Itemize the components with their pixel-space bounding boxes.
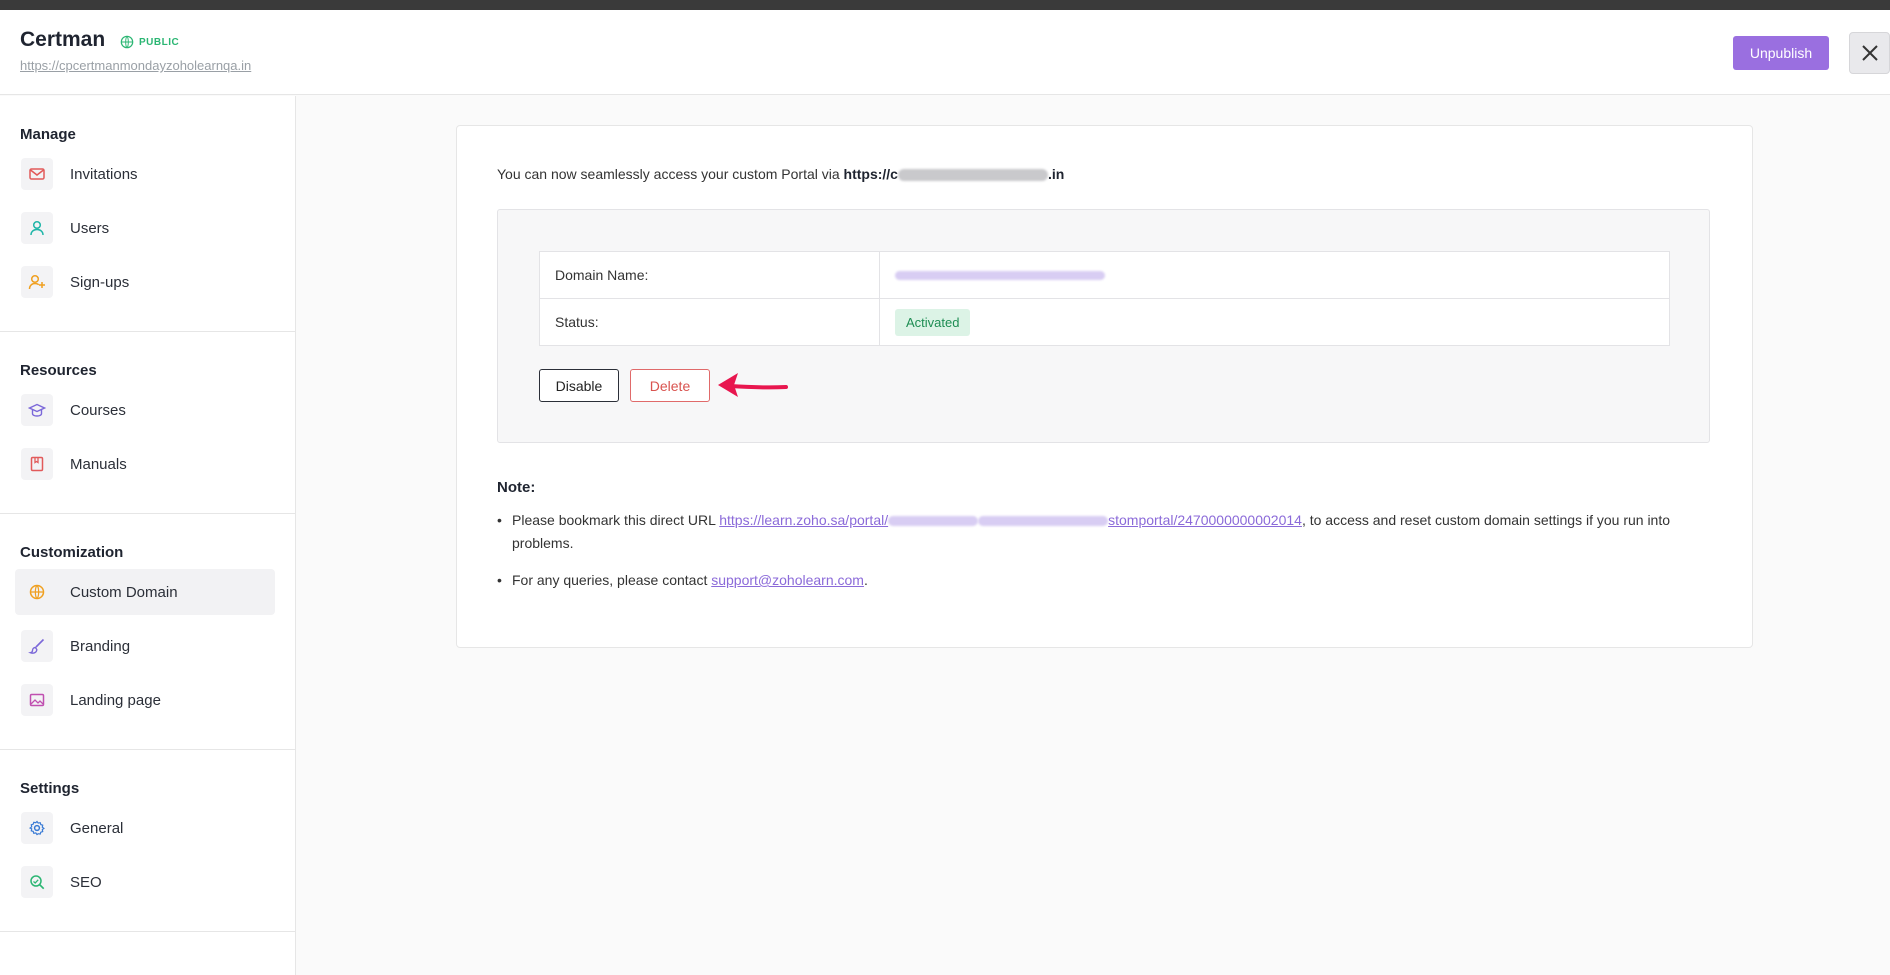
- status-badge: Activated: [895, 308, 971, 336]
- main-content: You can now seamlessly access your custo…: [296, 96, 1890, 975]
- domain-panel: Domain Name: Status: Activated Disable D…: [497, 209, 1710, 443]
- close-icon: [1861, 45, 1878, 61]
- user-icon: [21, 212, 53, 244]
- section-title: Resources: [20, 362, 97, 379]
- unpublish-button[interactable]: Unpublish: [1733, 36, 1829, 70]
- sidebar-item-landing-page[interactable]: Landing page: [15, 677, 275, 723]
- section-title: Settings: [20, 780, 80, 797]
- redacted-url: [897, 169, 1048, 182]
- note-text: For any queries, please contact: [512, 572, 712, 588]
- sidebar: Manage Invitations Users Sign-ups Resour…: [0, 96, 296, 975]
- redacted-domain: [895, 271, 1105, 280]
- custom-domain-card: You can now seamlessly access your custo…: [456, 125, 1753, 648]
- user-add-icon: [21, 266, 53, 298]
- sidebar-item-users[interactable]: Users: [15, 205, 275, 251]
- redacted-url: [888, 516, 979, 527]
- sidebar-item-label: Courses: [70, 401, 126, 419]
- portal-url-suffix: .in: [1047, 166, 1065, 182]
- sidebar-item-label: Manuals: [70, 455, 127, 473]
- header: Certman PUBLIC https://cpcertmanmondayzo…: [0, 10, 1890, 95]
- portal-url-prefix: https://c: [843, 166, 898, 182]
- sidebar-item-label: Users: [70, 219, 110, 237]
- book-icon: [21, 448, 53, 480]
- note-list: Please bookmark this direct URL https://…: [497, 509, 1707, 606]
- sidebar-item-courses[interactable]: Courses: [15, 387, 275, 433]
- domain-name-value: [879, 251, 1670, 299]
- sidebar-item-label: Invitations: [70, 165, 138, 183]
- sidebar-section-settings: Settings General SEO: [0, 750, 295, 932]
- annotation-arrow-icon: [718, 373, 788, 397]
- close-button[interactable]: [1849, 32, 1890, 74]
- sidebar-item-manuals[interactable]: Manuals: [15, 441, 275, 487]
- link-start: https://learn.zoho.sa/portal/: [719, 512, 889, 528]
- link-end: stomportal/2470000000002014: [1108, 512, 1302, 528]
- sidebar-item-sign-ups[interactable]: Sign-ups: [15, 259, 275, 305]
- section-title: Manage: [20, 126, 76, 143]
- table-row: Status: Activated: [539, 298, 1670, 346]
- table-row: Domain Name:: [539, 251, 1670, 299]
- portal-url-link[interactable]: https://cpcertmanmondayzoholearnqa.in: [20, 58, 251, 73]
- note-text: Please bookmark this direct URL: [512, 512, 720, 528]
- sidebar-item-label: Landing page: [70, 691, 161, 709]
- section-title: Customization: [20, 544, 124, 561]
- sidebar-item-branding[interactable]: Branding: [15, 623, 275, 669]
- seo-search-icon: [21, 866, 53, 898]
- globe-icon: [21, 576, 53, 608]
- sidebar-item-custom-domain[interactable]: Custom Domain: [15, 569, 275, 615]
- window-top-strip: [0, 0, 1890, 10]
- sidebar-item-seo[interactable]: SEO: [15, 859, 275, 905]
- mail-icon: [21, 158, 53, 190]
- note-title: Note:: [497, 479, 536, 496]
- intro-message: You can now seamlessly access your custo…: [497, 166, 844, 182]
- page-title: Certman: [20, 28, 106, 51]
- sidebar-section-resources: Resources Courses Manuals: [0, 332, 295, 514]
- sidebar-section-customization: Customization Custom Domain Branding Lan…: [0, 514, 295, 750]
- visibility-label: PUBLIC: [139, 36, 180, 48]
- domain-details-table: Domain Name: Status: Activated: [539, 251, 1670, 346]
- visibility-badge: PUBLIC: [120, 35, 179, 49]
- sidebar-item-label: Branding: [70, 637, 131, 655]
- redacted-url: [978, 516, 1109, 527]
- note-text: .: [863, 572, 868, 588]
- delete-button[interactable]: Delete: [630, 369, 710, 402]
- list-item: Please bookmark this direct URL https://…: [497, 509, 1707, 555]
- status-value-cell: Activated: [879, 298, 1670, 346]
- gear-icon: [21, 812, 53, 844]
- sidebar-item-label: SEO: [70, 873, 102, 891]
- domain-name-label: Domain Name:: [539, 251, 880, 299]
- disable-button[interactable]: Disable: [539, 369, 619, 402]
- sidebar-item-invitations[interactable]: Invitations: [15, 151, 275, 197]
- intro-text: You can now seamlessly access your custo…: [497, 166, 1064, 182]
- image-icon: [21, 684, 53, 716]
- brush-icon: [21, 630, 53, 662]
- status-label: Status:: [539, 298, 880, 346]
- globe-icon: [120, 35, 134, 49]
- admin-url-link[interactable]: https://learn.zoho.sa/portal/stomportal/…: [719, 512, 1302, 528]
- sidebar-section-manage: Manage Invitations Users Sign-ups: [0, 96, 295, 332]
- custom-portal-url[interactable]: https://c .in: [844, 166, 1065, 182]
- sidebar-item-label: Custom Domain: [70, 583, 178, 601]
- list-item: For any queries, please contact support@…: [497, 569, 1707, 592]
- support-email-link[interactable]: support@zoholearn.com: [711, 572, 864, 588]
- sidebar-item-label: Sign-ups: [70, 273, 130, 291]
- graduation-cap-icon: [21, 394, 53, 426]
- sidebar-item-label: General: [70, 819, 124, 837]
- sidebar-item-general[interactable]: General: [15, 805, 275, 851]
